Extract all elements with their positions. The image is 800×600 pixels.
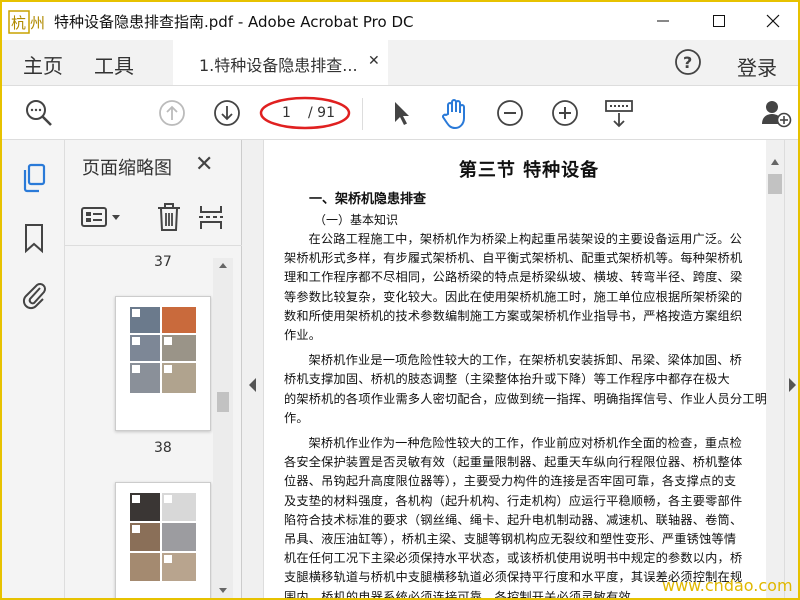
text-line: 桥机支撑加固、桥机的肢态调整（主梁整体抬升或下降）等工作程序中都存在极大 <box>284 372 730 387</box>
tab-document[interactable]: 1.特种设备隐患排查... ✕ <box>173 40 388 85</box>
thumbnail-options-icon[interactable] <box>81 206 125 230</box>
text-line: 数和所使用架桥机的技术参数编制施工方案或架桥机作业指导书，严格按造方案组织 <box>284 308 743 323</box>
watermark-text: www.cndao.com <box>662 576 793 595</box>
thumbnails-panel-title: 页面缩略图 <box>82 158 172 179</box>
collapse-left-panel-handle[interactable] <box>242 140 264 598</box>
watermark-logo: 杭 州 <box>8 9 52 35</box>
document-scrollbar[interactable] <box>766 140 784 598</box>
document-page: 第三节 特种设备 一、架桥机隐患排查 （一）基本知识 在公路工程施工中，架桥机作… <box>284 156 766 598</box>
text-line: 理和工作程序都不尽相同，公路桥梁的特点是桥梁纵坡、横坡、转弯半径、跨度、梁 <box>284 270 743 285</box>
zoom-out-icon[interactable] <box>495 98 525 128</box>
svg-text:?: ? <box>683 53 692 72</box>
section-title: 第三节 特种设备 <box>458 160 600 181</box>
scroll-mode-icon[interactable] <box>604 98 634 128</box>
search-icon[interactable] <box>24 98 54 128</box>
page-thumbnail-39[interactable] <box>115 482 211 598</box>
close-window-button[interactable] <box>750 2 796 40</box>
text-line: 的架桥机的各项作业需多人密切配合，应做到统一指挥、明确指挥信号、作业人员分工明 <box>284 391 766 406</box>
previous-page-icon[interactable] <box>157 98 187 128</box>
text-line: 及支垫的材料强度，各机构（起升机构、行走机构）应运行平稳顺畅，各主要零部件 <box>284 493 743 508</box>
tab-home[interactable]: 主页 <box>23 50 63 79</box>
document-tab-label: 1.特种设备隐患排查... <box>199 56 358 75</box>
close-tab-icon[interactable]: ✕ <box>368 53 380 69</box>
heading-2: （一）基本知识 <box>314 213 399 227</box>
split-page-icon[interactable] <box>197 202 225 232</box>
attachment-icon[interactable] <box>20 278 48 310</box>
thumbnails-panel: 页面缩略图 ✕ 37 38 <box>65 140 242 598</box>
text-line: 架桥机作业作为一种危险性较大的工作，作业前应对桥机作全面的检查，重点检 <box>284 436 743 451</box>
text-line: 架桥机作业是一项危险性较大的工作，在架桥机安装拆卸、吊梁、梁体加固、桥 <box>284 353 743 368</box>
svg-text:杭: 杭 <box>11 14 26 32</box>
text-line: 吊具、液压油缸等），桥机主梁、支腿等钢机构应无裂纹和塑性变形、严重锈蚀等情 <box>284 532 737 547</box>
text-line: 陷符合技术标准的要求（钢丝绳、绳卡、起升电机制动器、减速机、联轴器、卷筒、 <box>284 512 743 527</box>
next-page-icon[interactable] <box>212 98 242 128</box>
text-line: 作业。 <box>284 328 322 343</box>
text-line: 架桥机形式多样，有步履式架桥机、自平衡式架桥机、配重式架桥机等。每种架桥机 <box>284 251 743 266</box>
svg-text:州: 州 <box>30 14 45 32</box>
heading-1: 一、架桥机隐患排查 <box>309 192 427 207</box>
page-thumbnail-38[interactable] <box>115 296 211 431</box>
title-bar: 杭 州 特种设备隐患排查指南.pdf - Adobe Acrobat Pro D… <box>2 2 798 40</box>
text-line: 机在任何工况下主梁必须保持水平状态，或该桥机使用说明书中规定的参数以内，桥 <box>284 551 743 566</box>
text-line: 作。 <box>284 410 309 425</box>
thumbnail-page-label: 38 <box>154 440 172 456</box>
thumbnails-scrollbar[interactable] <box>213 258 233 598</box>
maximize-button[interactable] <box>696 2 742 40</box>
login-button[interactable]: 登录 <box>737 52 777 81</box>
tab-bar: 主页 工具 1.特种设备隐患排查... ✕ ? 登录 <box>2 40 798 85</box>
delete-page-icon[interactable] <box>155 202 183 232</box>
red-annotation-ellipse <box>258 95 352 131</box>
collapse-right-panel-handle[interactable] <box>784 140 798 598</box>
navigation-rail <box>2 140 65 598</box>
zoom-in-icon[interactable] <box>550 98 580 128</box>
help-icon[interactable]: ? <box>674 48 702 76</box>
window-title: 特种设备隐患排查指南.pdf - Adobe Acrobat Pro DC <box>54 13 414 31</box>
minimize-button[interactable] <box>640 2 686 40</box>
thumbnail-page-label: 37 <box>154 254 172 270</box>
hand-tool-icon[interactable] <box>440 98 470 130</box>
text-line: 各安全保护装置是否灵敏有效（起重量限制器、起重天车纵向行程限位器、桥机整体 <box>284 455 743 470</box>
select-cursor-icon[interactable] <box>386 98 416 128</box>
add-user-icon[interactable] <box>760 98 792 128</box>
thumbnails-toolbar <box>65 188 242 246</box>
tab-tools[interactable]: 工具 <box>94 50 134 79</box>
app-window: 杭 州 特种设备隐患排查指南.pdf - Adobe Acrobat Pro D… <box>0 0 800 600</box>
document-view[interactable]: 第三节 特种设备 一、架桥机隐患排查 （一）基本知识 在公路工程施工中，架桥机作… <box>264 140 766 598</box>
toolbar-divider <box>362 98 363 130</box>
text-line: 位器、吊钩起升高度限位器等），主要受力构件的连接是否牢固可靠，各支撑点的支 <box>284 474 737 489</box>
text-line: 在公路工程施工中，架桥机作为桥梁上构起重吊装架设的主要设备运用广泛。公 <box>284 232 743 246</box>
close-panel-icon[interactable]: ✕ <box>195 152 213 177</box>
page-thumbnails-icon[interactable] <box>20 162 48 193</box>
main-toolbar: 1 / 91 <box>2 85 798 140</box>
text-line: 等参数比较复杂，变化较大。因此在使用架桥机施工时，施工单位应根据所架桥梁的 <box>284 289 743 304</box>
bookmark-icon[interactable] <box>20 222 48 254</box>
